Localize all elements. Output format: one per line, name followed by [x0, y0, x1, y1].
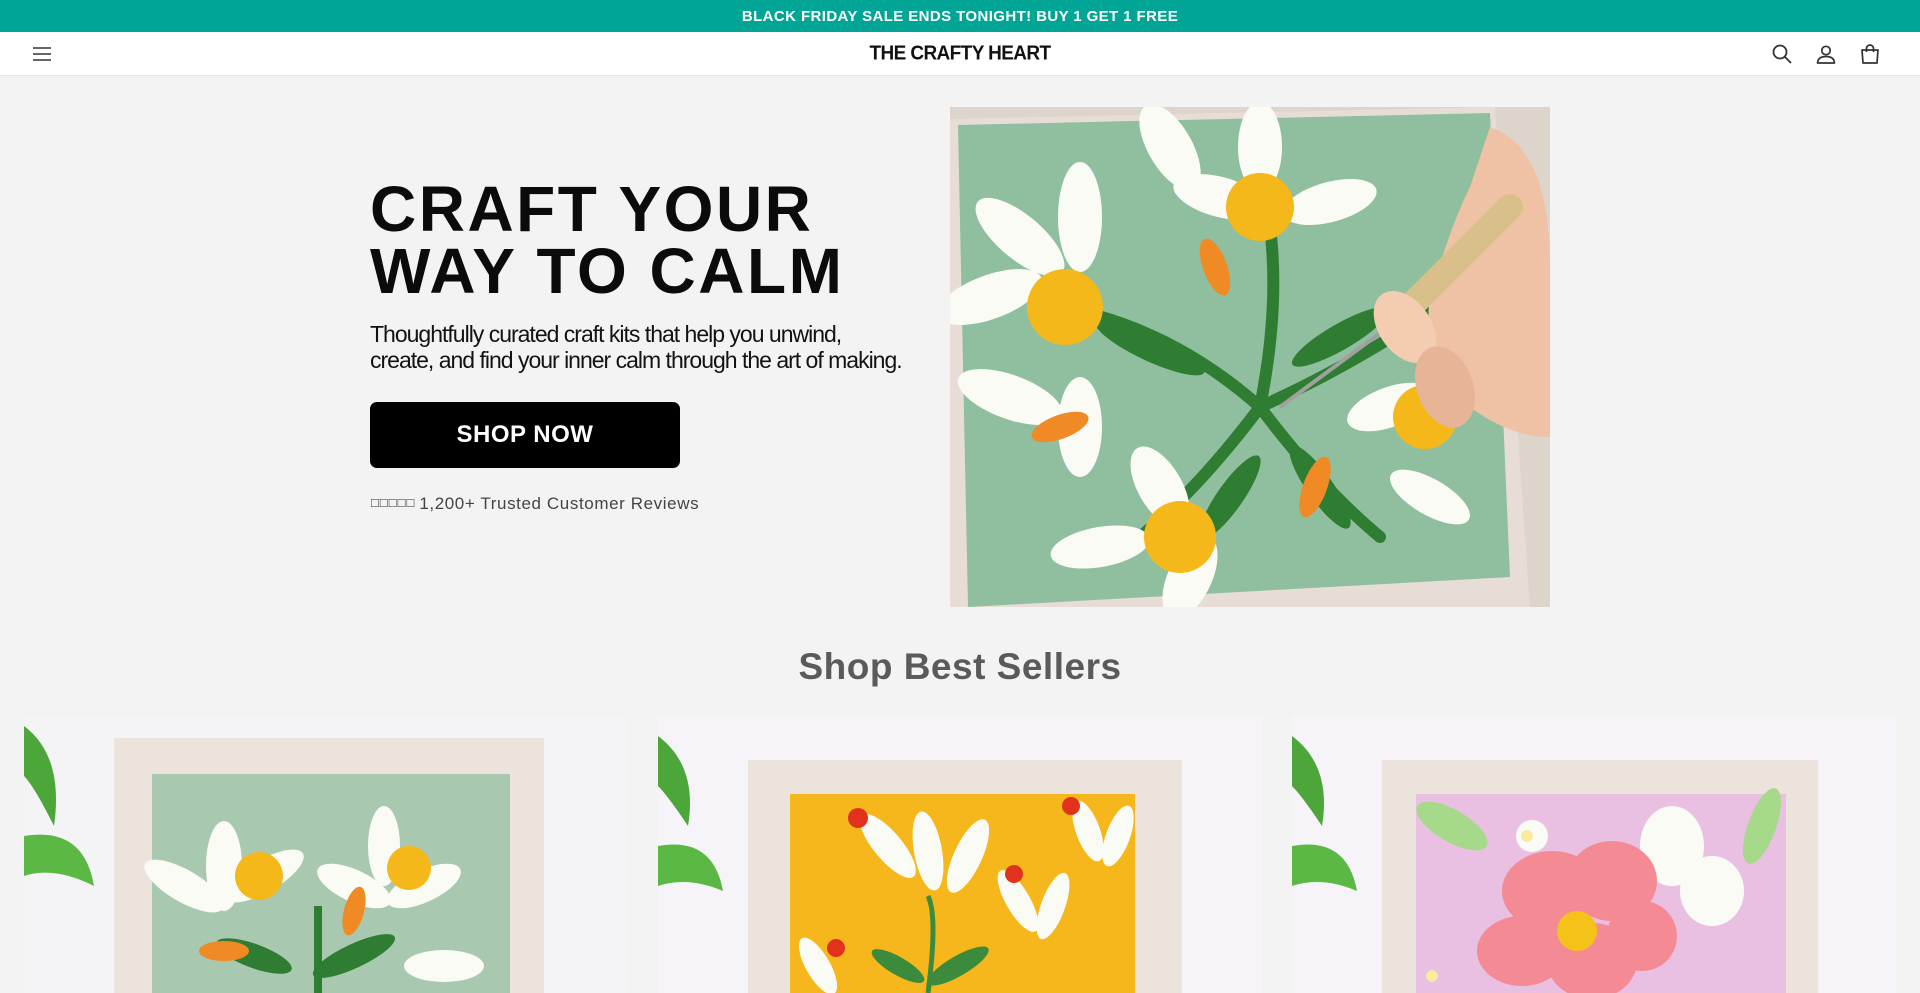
hero-subtitle-line-1: Thoughtfully curated craft kits that hel… — [370, 321, 842, 347]
rating-stars-icon: ☐☐☐☐☐ — [370, 498, 415, 510]
hero-subtitle-line-2: create, and find your inner calm through… — [370, 347, 903, 373]
account-icon[interactable] — [1814, 42, 1838, 66]
product-image-3 — [1292, 716, 1896, 993]
hero-title-line-1: CRAFT YOUR — [370, 173, 814, 245]
hero-title-line-2: WAY TO CALM — [370, 235, 845, 307]
product-card-1[interactable] — [24, 716, 628, 993]
cart-icon[interactable] — [1858, 42, 1882, 66]
hero-title: CRAFT YOUR WAY TO CALM — [370, 173, 845, 307]
announcement-bar: BLACK FRIDAY SALE ENDS TONIGHT! BUY 1 GE… — [0, 0, 1920, 32]
shop-now-button[interactable]: SHOP NOW — [370, 402, 680, 468]
product-image-1 — [24, 716, 628, 993]
product-card-3[interactable] — [1292, 716, 1896, 993]
reviews-text: 1,200+ Trusted Customer Reviews — [419, 494, 700, 513]
site-logo[interactable]: THE CRAFTY HEART — [0, 42, 1920, 66]
reviews-line: ☐☐☐☐☐ 1,200+ Trusted Customer Reviews — [370, 494, 699, 514]
announcement-text: BLACK FRIDAY SALE ENDS TONIGHT! BUY 1 GE… — [741, 7, 1179, 25]
site-header: THE CRAFTY HEART — [0, 32, 1920, 76]
product-card-2[interactable] — [658, 716, 1262, 993]
product-image-2 — [658, 716, 1262, 993]
search-icon[interactable] — [1770, 42, 1794, 66]
section-title-best-sellers: Shop Best Sellers — [798, 646, 1122, 687]
hero-subtitle: Thoughtfully curated craft kits that hel… — [370, 321, 950, 373]
hero-image — [950, 107, 1550, 607]
